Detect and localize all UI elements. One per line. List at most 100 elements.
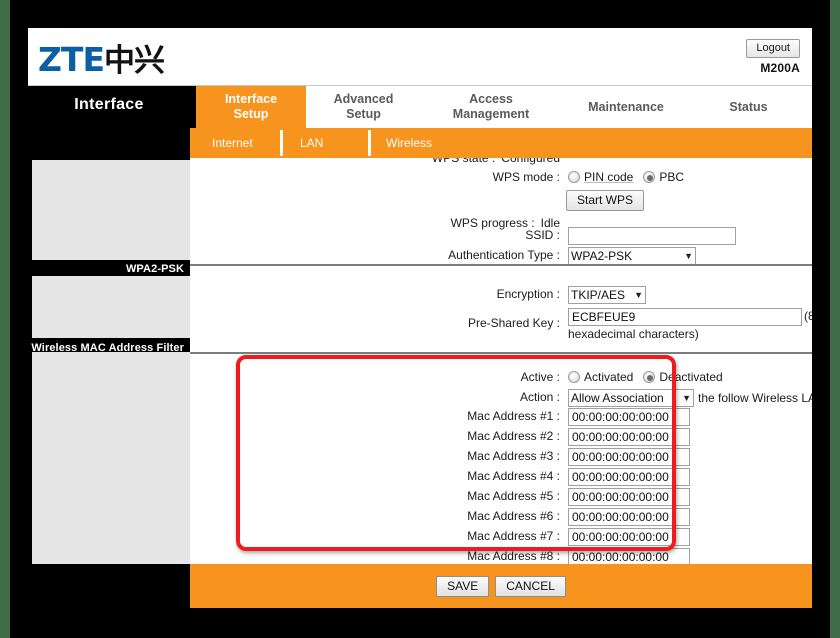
tab-label-line1: Interface: [224, 92, 278, 106]
encryption-label: Encryption :: [496, 287, 560, 301]
sidebar-block-wps: [32, 160, 190, 260]
logo-text-cjk: 中兴: [103, 43, 165, 79]
subtab-internet[interactable]: Internet: [212, 128, 253, 158]
mac-action-select[interactable]: Allow Association ▼: [568, 389, 694, 407]
mac-address-2-input[interactable]: [568, 428, 690, 446]
main-nav: Interface Setup Advanced Setup Access Ma…: [196, 86, 812, 128]
sidebar-block-mac-filter: [32, 352, 190, 564]
tab-interface-setup[interactable]: Interface Setup: [196, 86, 306, 128]
mac-row-label: Mac Address #6 :: [190, 509, 560, 523]
ssid-label: SSID :: [525, 228, 560, 242]
mac-activated-radio[interactable]: [568, 371, 580, 383]
wps-mode-pin-label[interactable]: PIN code: [584, 170, 633, 184]
mac-address-5-input[interactable]: [568, 488, 690, 506]
wps-mode-label: WPS mode :: [492, 170, 560, 184]
mac-deactivated-label[interactable]: Deactivated: [659, 370, 722, 384]
tab-advanced-setup[interactable]: Advanced Setup: [306, 86, 421, 128]
mac-activated-label[interactable]: Activated: [584, 370, 633, 384]
subtab-wireless[interactable]: Wireless: [386, 128, 432, 158]
mac-address-5-label: Mac Address #5 :: [467, 489, 560, 503]
start-wps-button[interactable]: Start WPS: [566, 190, 645, 211]
mac-action-value: Allow Association: [571, 391, 664, 405]
mac-active-label: Active :: [520, 370, 560, 384]
sidebar-block-wpa2psk: [32, 276, 190, 338]
row-start-wps: Start WPS: [566, 190, 645, 211]
row-mac-action: Action :: [190, 390, 560, 404]
logo-text-latin: ZTE: [38, 40, 105, 79]
ssid-input[interactable]: [568, 227, 736, 245]
mac-action-suffix: the follow Wireless LAN station(s) assoc…: [698, 391, 812, 405]
psk-label: Pre-Shared Key :: [467, 316, 560, 330]
mac-row-label: Mac Address #7 :: [190, 529, 560, 543]
mac-address-6-label: Mac Address #6 :: [467, 509, 560, 523]
mac-address-2-label: Mac Address #2 :: [467, 429, 560, 443]
tab-label-line1: Maintenance: [588, 99, 664, 114]
wps-mode-pin-radio[interactable]: [568, 171, 580, 183]
row-wps-mode: WPS mode :: [190, 170, 560, 184]
subnav-separator: [280, 130, 283, 156]
encryption-select[interactable]: TKIP/AES ▼: [568, 286, 646, 304]
divider-mac-filter: [190, 352, 812, 354]
mac-address-4-input[interactable]: [568, 468, 690, 486]
tab-access-management[interactable]: Access Management: [421, 86, 561, 128]
mac-address-3-label: Mac Address #3 :: [467, 449, 560, 463]
wps-state-value: Configured: [501, 158, 560, 165]
mac-row-label: Mac Address #1 :: [190, 409, 560, 423]
logout-button[interactable]: Logout: [746, 39, 800, 58]
cancel-button[interactable]: CANCEL: [495, 575, 566, 597]
psk-hint-line2: hexadecimal characters): [568, 327, 699, 341]
encryption-value: TKIP/AES: [571, 288, 626, 302]
mac-row-label: Mac Address #5 :: [190, 489, 560, 503]
row-ssid: SSID :: [190, 228, 560, 242]
wps-mode-pbc-radio[interactable]: [643, 171, 656, 183]
mac-action-label: Action :: [519, 390, 560, 404]
tab-maintenance[interactable]: Maintenance: [561, 86, 691, 128]
row-auth-type: Authentication Type :: [190, 248, 560, 262]
wps-state-label: WPS state :: [431, 158, 496, 165]
row-encryption: Encryption :: [190, 287, 560, 301]
mac-address-1-label: Mac Address #1 :: [467, 409, 560, 423]
wps-mode-radio-group: PIN code PBC: [568, 170, 694, 184]
row-mac-active: Active :: [190, 370, 560, 384]
tab-status[interactable]: Status: [691, 86, 806, 128]
tab-label-line2: Management: [452, 107, 530, 121]
mac-address-6-input[interactable]: [568, 508, 690, 526]
mac-row-label: Mac Address #3 :: [190, 449, 560, 463]
tab-label-line2: Setup: [233, 107, 269, 121]
auth-type-label: Authentication Type :: [448, 248, 560, 262]
subtab-lan[interactable]: LAN: [300, 128, 323, 158]
form-footer: SAVE CANCEL: [190, 564, 812, 608]
sub-nav: Internet LAN Wireless: [190, 128, 812, 158]
sidebar-section-wpa2psk: WPA2-PSK: [125, 263, 184, 275]
psk-hint-line1: (8~63 ASCII characters or 64: [804, 309, 812, 323]
mac-address-3-input[interactable]: [568, 448, 690, 466]
mac-address-8-label: Mac Address #8 :: [467, 549, 560, 563]
mac-address-7-input[interactable]: [568, 528, 690, 546]
subnav-separator: [368, 130, 371, 156]
content-panel: WPS state : Configured WPS mode : PIN co…: [190, 158, 812, 564]
mac-address-7-label: Mac Address #7 :: [467, 529, 560, 543]
row-psk: Pre-Shared Key :: [190, 316, 560, 330]
mac-deactivated-radio[interactable]: [643, 371, 656, 383]
mac-address-4-label: Mac Address #4 :: [467, 469, 560, 483]
pre-shared-key-input[interactable]: [568, 308, 802, 326]
chevron-down-icon: ▼: [684, 251, 693, 261]
tab-label-line1: Advanced: [333, 92, 394, 106]
mac-address-8-input[interactable]: [568, 548, 690, 564]
tab-label-line1: Access: [469, 92, 513, 106]
mac-address-1-input[interactable]: [568, 408, 690, 426]
wps-mode-pbc-label[interactable]: PBC: [659, 170, 684, 184]
divider-wpa2psk: [190, 264, 812, 266]
mac-row-label: Mac Address #4 :: [190, 469, 560, 483]
chevron-down-icon: ▼: [634, 290, 643, 300]
sidebar-title: Interface: [74, 96, 144, 113]
save-button[interactable]: SAVE: [436, 575, 490, 597]
mac-row-label: Mac Address #8 :: [190, 549, 560, 563]
auth-type-select[interactable]: WPA2-PSK ▼: [568, 247, 696, 265]
tab-label-line1: Status: [729, 99, 768, 114]
header-right: Logout M200A: [746, 38, 800, 75]
device-model-label: M200A: [760, 61, 800, 75]
mac-row-label: Mac Address #2 :: [190, 429, 560, 443]
row-wps-state: WPS state : Configured: [190, 158, 560, 165]
page-header: ZTE 中兴 Logout M200A: [28, 28, 812, 86]
